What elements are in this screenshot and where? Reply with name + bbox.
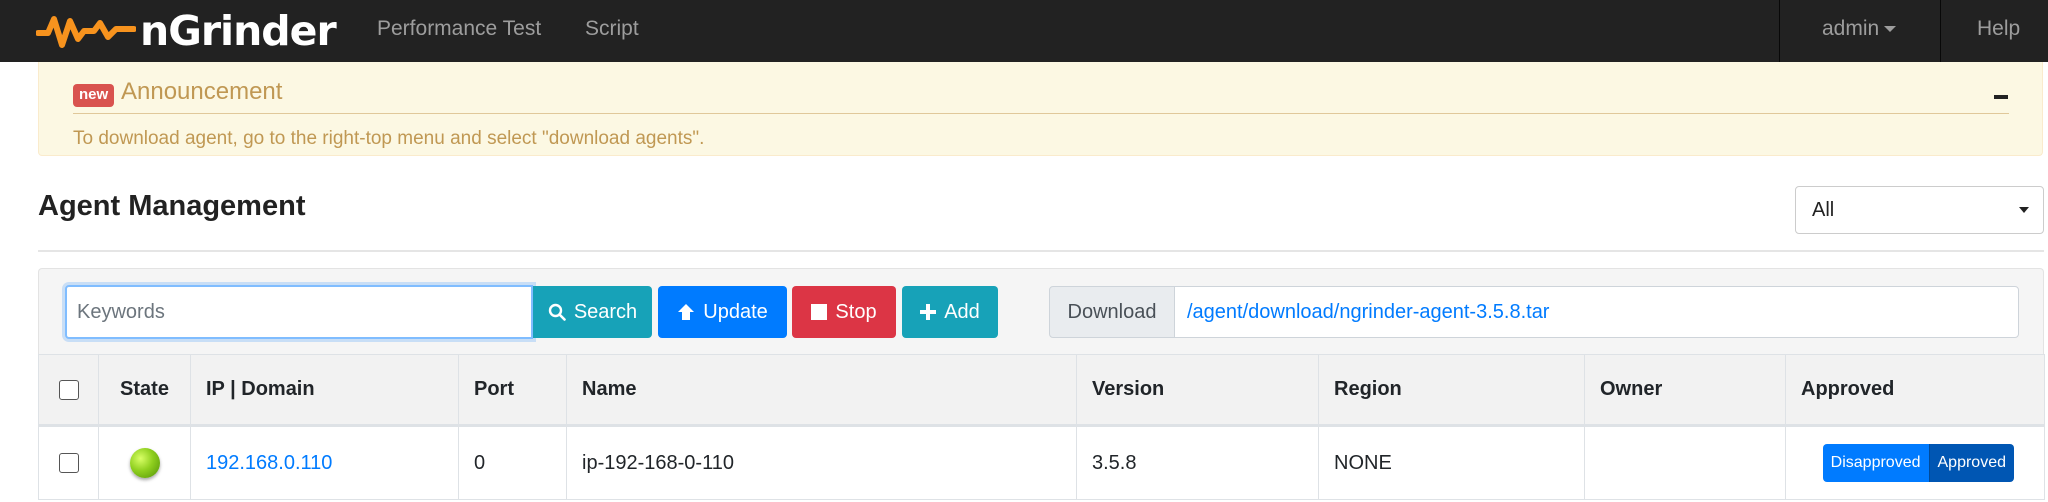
stop-button-label: Stop xyxy=(835,300,877,323)
announcement-divider xyxy=(73,113,2009,114)
ip-cell: 192.168.0.110 xyxy=(190,425,459,500)
approved-button[interactable]: Approved xyxy=(1928,444,2014,482)
caret-down-icon xyxy=(1884,26,1897,33)
owner-cell xyxy=(1584,425,1786,500)
state-active-icon xyxy=(129,448,160,478)
col-name[interactable]: Name xyxy=(566,354,1077,427)
add-button-label: Add xyxy=(944,300,980,323)
version-cell: 3.5.8 xyxy=(1076,425,1319,500)
nav-separator xyxy=(1940,0,1941,62)
announcement-panel: new Announcement To download agent, go t… xyxy=(38,62,2043,156)
arrow-up-icon xyxy=(678,304,695,320)
select-all-checkbox[interactable] xyxy=(58,379,79,400)
port-cell: 0 xyxy=(458,425,567,500)
col-approved: Approved xyxy=(1785,354,2045,427)
new-badge: new xyxy=(73,84,115,107)
agent-ip-link[interactable]: 192.168.0.110 xyxy=(206,452,332,474)
region-cell: NONE xyxy=(1318,425,1585,500)
approval-cell: Disapproved Approved xyxy=(1785,425,2045,500)
filter-selected-value: All xyxy=(1812,199,1835,221)
disapproved-button[interactable]: Disapproved xyxy=(1822,444,1929,482)
page-title: Agent Management xyxy=(38,190,306,222)
region-filter-select[interactable]: All xyxy=(1795,186,2044,234)
agent-table: State IP | Domain Port Name Version Regi… xyxy=(38,354,2045,500)
approval-toggle: Disapproved Approved xyxy=(1822,444,2014,482)
search-button-label: Search xyxy=(573,300,638,323)
table-header-row: State IP | Domain Port Name Version Regi… xyxy=(38,354,2045,427)
col-owner[interactable]: Owner xyxy=(1584,354,1786,427)
table-row: 192.168.0.110 0 ip-192-168-0-110 3.5.8 N… xyxy=(38,425,2045,500)
col-region[interactable]: Region xyxy=(1318,354,1585,427)
header-divider xyxy=(38,250,2044,252)
col-port[interactable]: Port xyxy=(458,354,567,427)
col-state[interactable]: State xyxy=(98,354,191,427)
announcement-title: Announcement xyxy=(121,78,283,105)
download-link[interactable]: /agent/download/ngrinder-agent-3.5.8.tar xyxy=(1174,286,2019,338)
download-label: Download xyxy=(1049,286,1175,338)
user-name: admin xyxy=(1822,17,1880,40)
announcement-text: To download agent, go to the right-top m… xyxy=(73,128,705,149)
user-menu[interactable]: admin xyxy=(1822,0,1897,62)
add-button[interactable]: Add xyxy=(902,286,998,338)
brand-name: nGrinder xyxy=(140,7,337,55)
search-icon xyxy=(548,303,566,321)
plus-icon xyxy=(920,304,937,320)
col-ip-domain[interactable]: IP | Domain xyxy=(190,354,459,427)
stop-button[interactable]: Stop xyxy=(792,286,896,338)
search-input[interactable] xyxy=(65,285,533,339)
row-select-cell xyxy=(38,425,99,500)
update-button[interactable]: Update xyxy=(658,286,787,338)
name-cell: ip-192-168-0-110 xyxy=(566,425,1077,500)
row-checkbox[interactable] xyxy=(58,453,79,474)
nav-script[interactable]: Script xyxy=(585,0,639,62)
top-navbar: nGrinder Performance Test Script admin H… xyxy=(0,0,2048,62)
search-button[interactable]: Search xyxy=(533,286,652,338)
download-group: Download /agent/download/ngrinder-agent-… xyxy=(1049,286,2019,338)
nav-performance-test[interactable]: Performance Test xyxy=(377,0,541,62)
col-version[interactable]: Version xyxy=(1076,354,1319,427)
nav-help[interactable]: Help xyxy=(1977,0,2020,62)
brand-logo[interactable]: nGrinder xyxy=(36,0,337,62)
nav-separator xyxy=(1779,0,1780,62)
caret-down-icon xyxy=(2019,207,2029,213)
stop-square-icon xyxy=(811,304,828,320)
select-all-header xyxy=(38,354,99,427)
update-button-label: Update xyxy=(703,300,768,323)
minus-icon[interactable] xyxy=(1994,95,2008,99)
agent-toolbar: Search Update Stop Add Download /agent/d… xyxy=(38,268,2044,354)
pulse-logo-icon xyxy=(36,16,136,48)
state-cell xyxy=(98,425,191,500)
